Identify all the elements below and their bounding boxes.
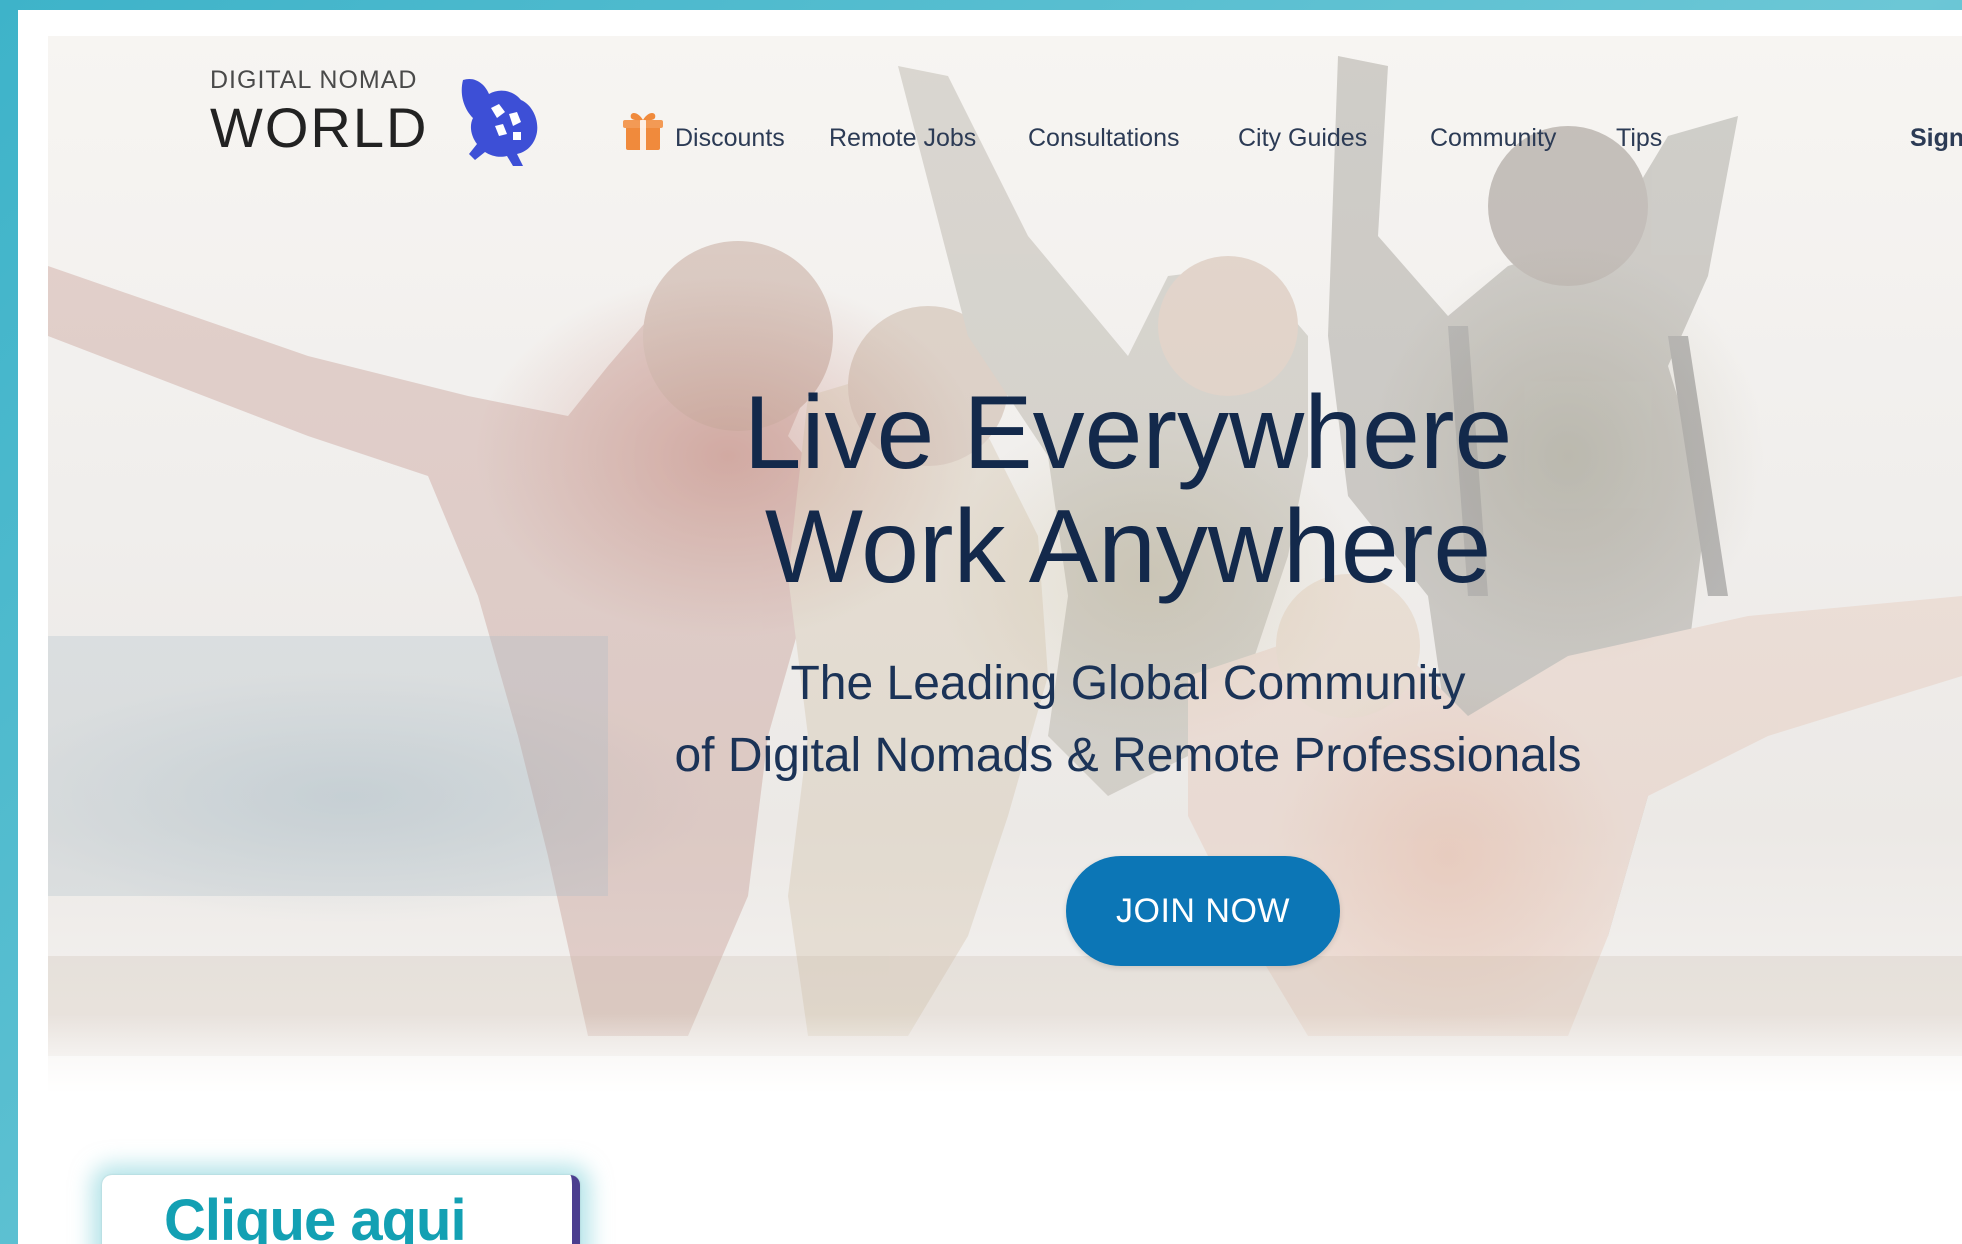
clique-aqui-card[interactable]: Clique aqui — [102, 1175, 580, 1244]
hero-headline: Live Everywhere Work Anywhere — [608, 376, 1648, 604]
join-now-button[interactable]: JOIN NOW — [1066, 856, 1340, 966]
nav-item-city-guides[interactable]: City Guides — [1238, 124, 1367, 153]
nav-item-consultations[interactable]: Consultations — [1028, 124, 1179, 153]
nav-item-remote-jobs[interactable]: Remote Jobs — [829, 124, 976, 153]
site-logo[interactable]: DIGITAL NOMAD WORLD — [210, 66, 540, 166]
top-navigation: DIGITAL NOMAD WORLD Discounts Remote Job — [48, 36, 1962, 166]
nav-item-tips[interactable]: Tips — [1616, 124, 1662, 153]
hero-subheadline-line-1: The Leading Global Community — [790, 657, 1466, 710]
nav-sign-in-link[interactable]: Sign — [1910, 124, 1962, 153]
clique-aqui-label: Clique aqui — [164, 1188, 467, 1244]
gift-icon — [623, 113, 663, 150]
logo-big-text: WORLD — [210, 96, 429, 159]
hero-headline-line-1: Live Everywhere — [743, 375, 1513, 491]
hero-subheadline: The Leading Global Community of Digital … — [528, 648, 1728, 792]
hero-section: DIGITAL NOMAD WORLD Discounts Remote Job — [48, 36, 1962, 1094]
ground — [48, 956, 1962, 1056]
logo-small-text: DIGITAL NOMAD — [210, 66, 418, 94]
hero-headline-line-2: Work Anywhere — [764, 489, 1492, 605]
turtle-logo-icon — [461, 78, 538, 166]
sea-horizon — [48, 636, 608, 896]
nav-item-discounts[interactable]: Discounts — [675, 124, 785, 153]
hero-subheadline-line-2: of Digital Nomads & Remote Professionals — [674, 729, 1582, 782]
browser-viewport: DIGITAL NOMAD WORLD Discounts Remote Job — [18, 10, 1962, 1244]
nav-item-community[interactable]: Community — [1430, 124, 1556, 153]
